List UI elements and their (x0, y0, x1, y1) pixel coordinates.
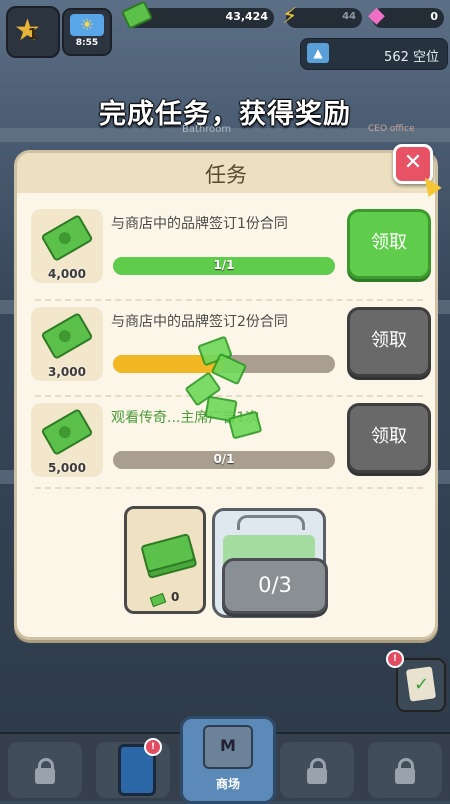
shop-box-icon: M (203, 725, 253, 769)
divider (35, 487, 423, 489)
claim-button[interactable]: 领取 (347, 209, 431, 279)
energy-value: 44 (342, 11, 356, 22)
sun-icon: ☀ (70, 14, 104, 36)
task-reward: 5,000 (31, 403, 103, 477)
lock-icon (307, 758, 327, 784)
reward-amount: 3,000 (48, 365, 86, 379)
lightning-icon: ⚡ (282, 4, 298, 29)
task-progress-bar: 0/1 (113, 451, 335, 469)
lock-icon (395, 758, 415, 784)
task-row: 4,000 与商店中的品牌签订1份合同 1/1 领取 (31, 205, 431, 289)
level-number: 1 (27, 25, 39, 43)
gem-value: 0 (430, 10, 438, 23)
checkmark-icon: ✓ (414, 674, 430, 695)
day-clock[interactable]: ☀ 8:55 (62, 8, 112, 56)
cash-icon (40, 312, 94, 360)
cash-counter: 43,424 (120, 0, 274, 30)
clock-time: 8:55 (75, 38, 99, 48)
claim-button[interactable]: 领取 (347, 307, 431, 377)
notification-badge: ! (386, 650, 404, 668)
space-value: 562 空位 (384, 50, 439, 65)
task-progress-bar: 1/1 (113, 257, 335, 275)
nav-slot-locked[interactable] (368, 742, 442, 798)
gem-counter[interactable]: ◆ 0 (368, 3, 444, 28)
nav-slot-locked[interactable] (8, 742, 82, 798)
reward-amount: 4,000 (48, 267, 86, 281)
energy-counter: ⚡ 44 (282, 4, 362, 29)
room-label-bathroom: Bathroom (182, 124, 232, 135)
level-badge[interactable]: ★ 1 (6, 6, 60, 58)
divider (35, 395, 423, 397)
cash-icon (40, 408, 94, 456)
cash-reward-card: 0 (124, 506, 206, 614)
cash-icon (149, 592, 167, 608)
progress-text: 0/1 (213, 452, 235, 466)
task-description: 与商店中的品牌签订1份合同 (111, 216, 288, 232)
cash-icon (40, 214, 94, 262)
top-bar: ★ 1 ☀ 8:55 43,424 ⚡ 44 ◆ 0 (0, 0, 450, 58)
chart-icon: ▲ (307, 43, 329, 63)
lock-icon (35, 758, 55, 784)
claim-button[interactable]: 领取 (347, 403, 431, 473)
tasks-shortcut-button[interactable]: ✓ (396, 658, 446, 712)
gem-icon: ◆ (368, 3, 385, 28)
modal-header: 任务 (17, 153, 435, 193)
chest-progress-button[interactable]: 0/3 (222, 558, 328, 614)
divider (35, 299, 423, 301)
cash-icon (120, 0, 154, 30)
task-description: 与商店中的品牌签订2份合同 (111, 314, 288, 330)
reward-amount: 5,000 (48, 461, 86, 475)
cash-value: 43,424 (225, 10, 268, 23)
modal-title: 任务 (205, 163, 247, 187)
task-reward: 4,000 (31, 209, 103, 283)
nav-slot-locked[interactable] (280, 742, 354, 798)
space-counter[interactable]: ▲ 562 空位 (300, 38, 448, 70)
nav-shop-label: 商场 (215, 777, 240, 791)
progress-text: 1/1 (213, 258, 235, 272)
jar-lid (237, 515, 305, 530)
room-label-ceo-office: CEO office (368, 124, 415, 134)
task-reward: 3,000 (31, 307, 103, 381)
nav-shop-button[interactable]: M 商场 (180, 716, 276, 804)
reward-count: 0 (171, 590, 180, 604)
notification-badge: ! (144, 738, 162, 756)
